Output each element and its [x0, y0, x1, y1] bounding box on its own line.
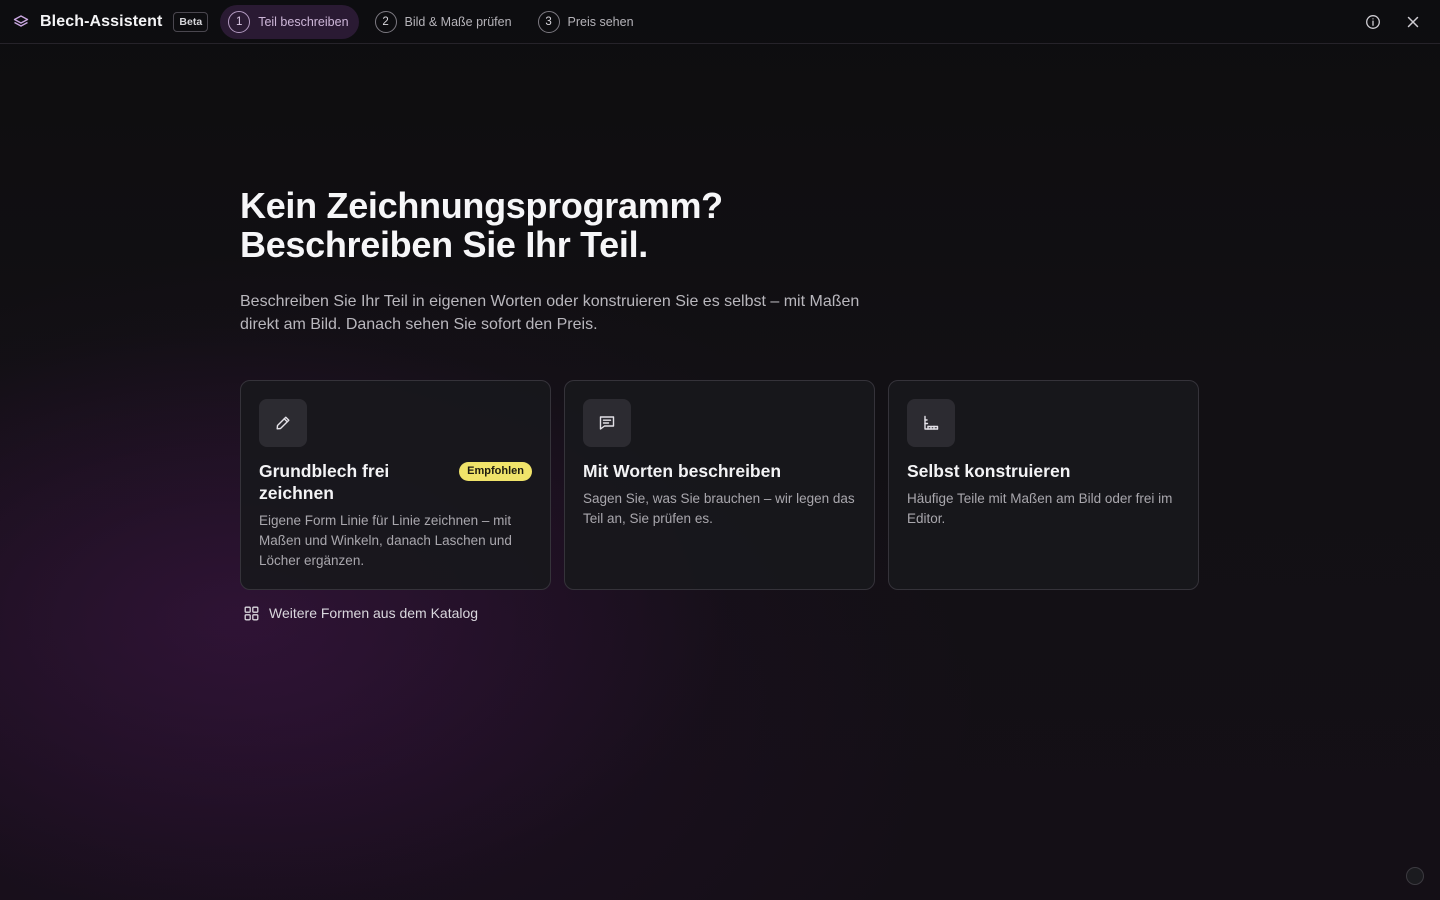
option-cards: Grundblech frei zeichnen Empfohlen Eigen… [240, 380, 1200, 590]
pencil-icon [259, 399, 307, 447]
message-icon [583, 399, 631, 447]
step-label: Bild & Maße prüfen [404, 14, 512, 29]
card-description: Häufige Teile mit Maßen am Bild oder fre… [907, 491, 1173, 526]
step-bild-masse-pruefen[interactable]: 2 Bild & Maße prüfen [367, 5, 522, 39]
step-number: 3 [537, 10, 560, 33]
header-actions [1344, 0, 1440, 44]
beta-badge: Beta [173, 11, 209, 32]
main-content: Kein Zeichnungsprogramm? Beschreiben Sie… [240, 186, 1200, 622]
app-title: Blech-Assistent [40, 12, 163, 30]
page-subtitle: Beschreiben Sie Ihr Teil in eigenen Wort… [240, 293, 860, 333]
step-label: Preis sehen [567, 14, 634, 29]
step-number: 2 [374, 10, 397, 33]
page-title: Kein Zeichnungsprogramm? Beschreiben Sie… [240, 186, 1200, 264]
card-title: Grundblech frei zeichnen [259, 461, 390, 503]
catalog-link[interactable]: Weitere Formen aus dem Katalog [240, 604, 1200, 622]
page-title-line-1: Kein Zeichnungsprogramm? [240, 185, 723, 226]
info-icon[interactable] [1362, 11, 1384, 33]
step-preis-sehen[interactable]: 3 Preis sehen [530, 5, 644, 39]
top-bar: Blech-Assistent Beta 1 Teil beschreiben … [0, 0, 1440, 44]
wizard-steps: 1 Teil beschreiben 2 Bild & Maße prüfen … [220, 0, 651, 44]
step-number: 1 [228, 10, 251, 33]
layers-icon [12, 13, 30, 31]
card-selbst-konstruieren[interactable]: Selbst konstruieren Häufige Teile mit Ma… [888, 380, 1199, 590]
page-title-line-2: Beschreiben Sie Ihr Teil. [240, 224, 648, 265]
card-description: Sagen Sie, was Sie brauchen – wir legen … [583, 491, 855, 526]
card-grundblech-zeichnen[interactable]: Grundblech frei zeichnen Empfohlen Eigen… [240, 380, 551, 590]
close-icon[interactable] [1402, 11, 1424, 33]
grid-icon [242, 604, 260, 622]
card-title: Selbst konstruieren [907, 461, 1071, 481]
ruler-corner-icon [907, 399, 955, 447]
brand: Blech-Assistent Beta [0, 0, 209, 44]
card-description: Eigene Form Linie für Linie zeichnen – m… [259, 513, 512, 568]
card-mit-worten-beschreiben[interactable]: Mit Worten beschreiben Sagen Sie, was Si… [564, 380, 875, 590]
recommended-badge: Empfohlen [459, 462, 532, 481]
help-launcher-button[interactable] [1406, 867, 1424, 885]
step-teil-beschreiben[interactable]: 1 Teil beschreiben [220, 4, 359, 39]
card-title: Mit Worten beschreiben [583, 461, 782, 481]
step-label: Teil beschreiben [258, 14, 349, 29]
catalog-link-label: Weitere Formen aus dem Katalog [269, 605, 479, 621]
